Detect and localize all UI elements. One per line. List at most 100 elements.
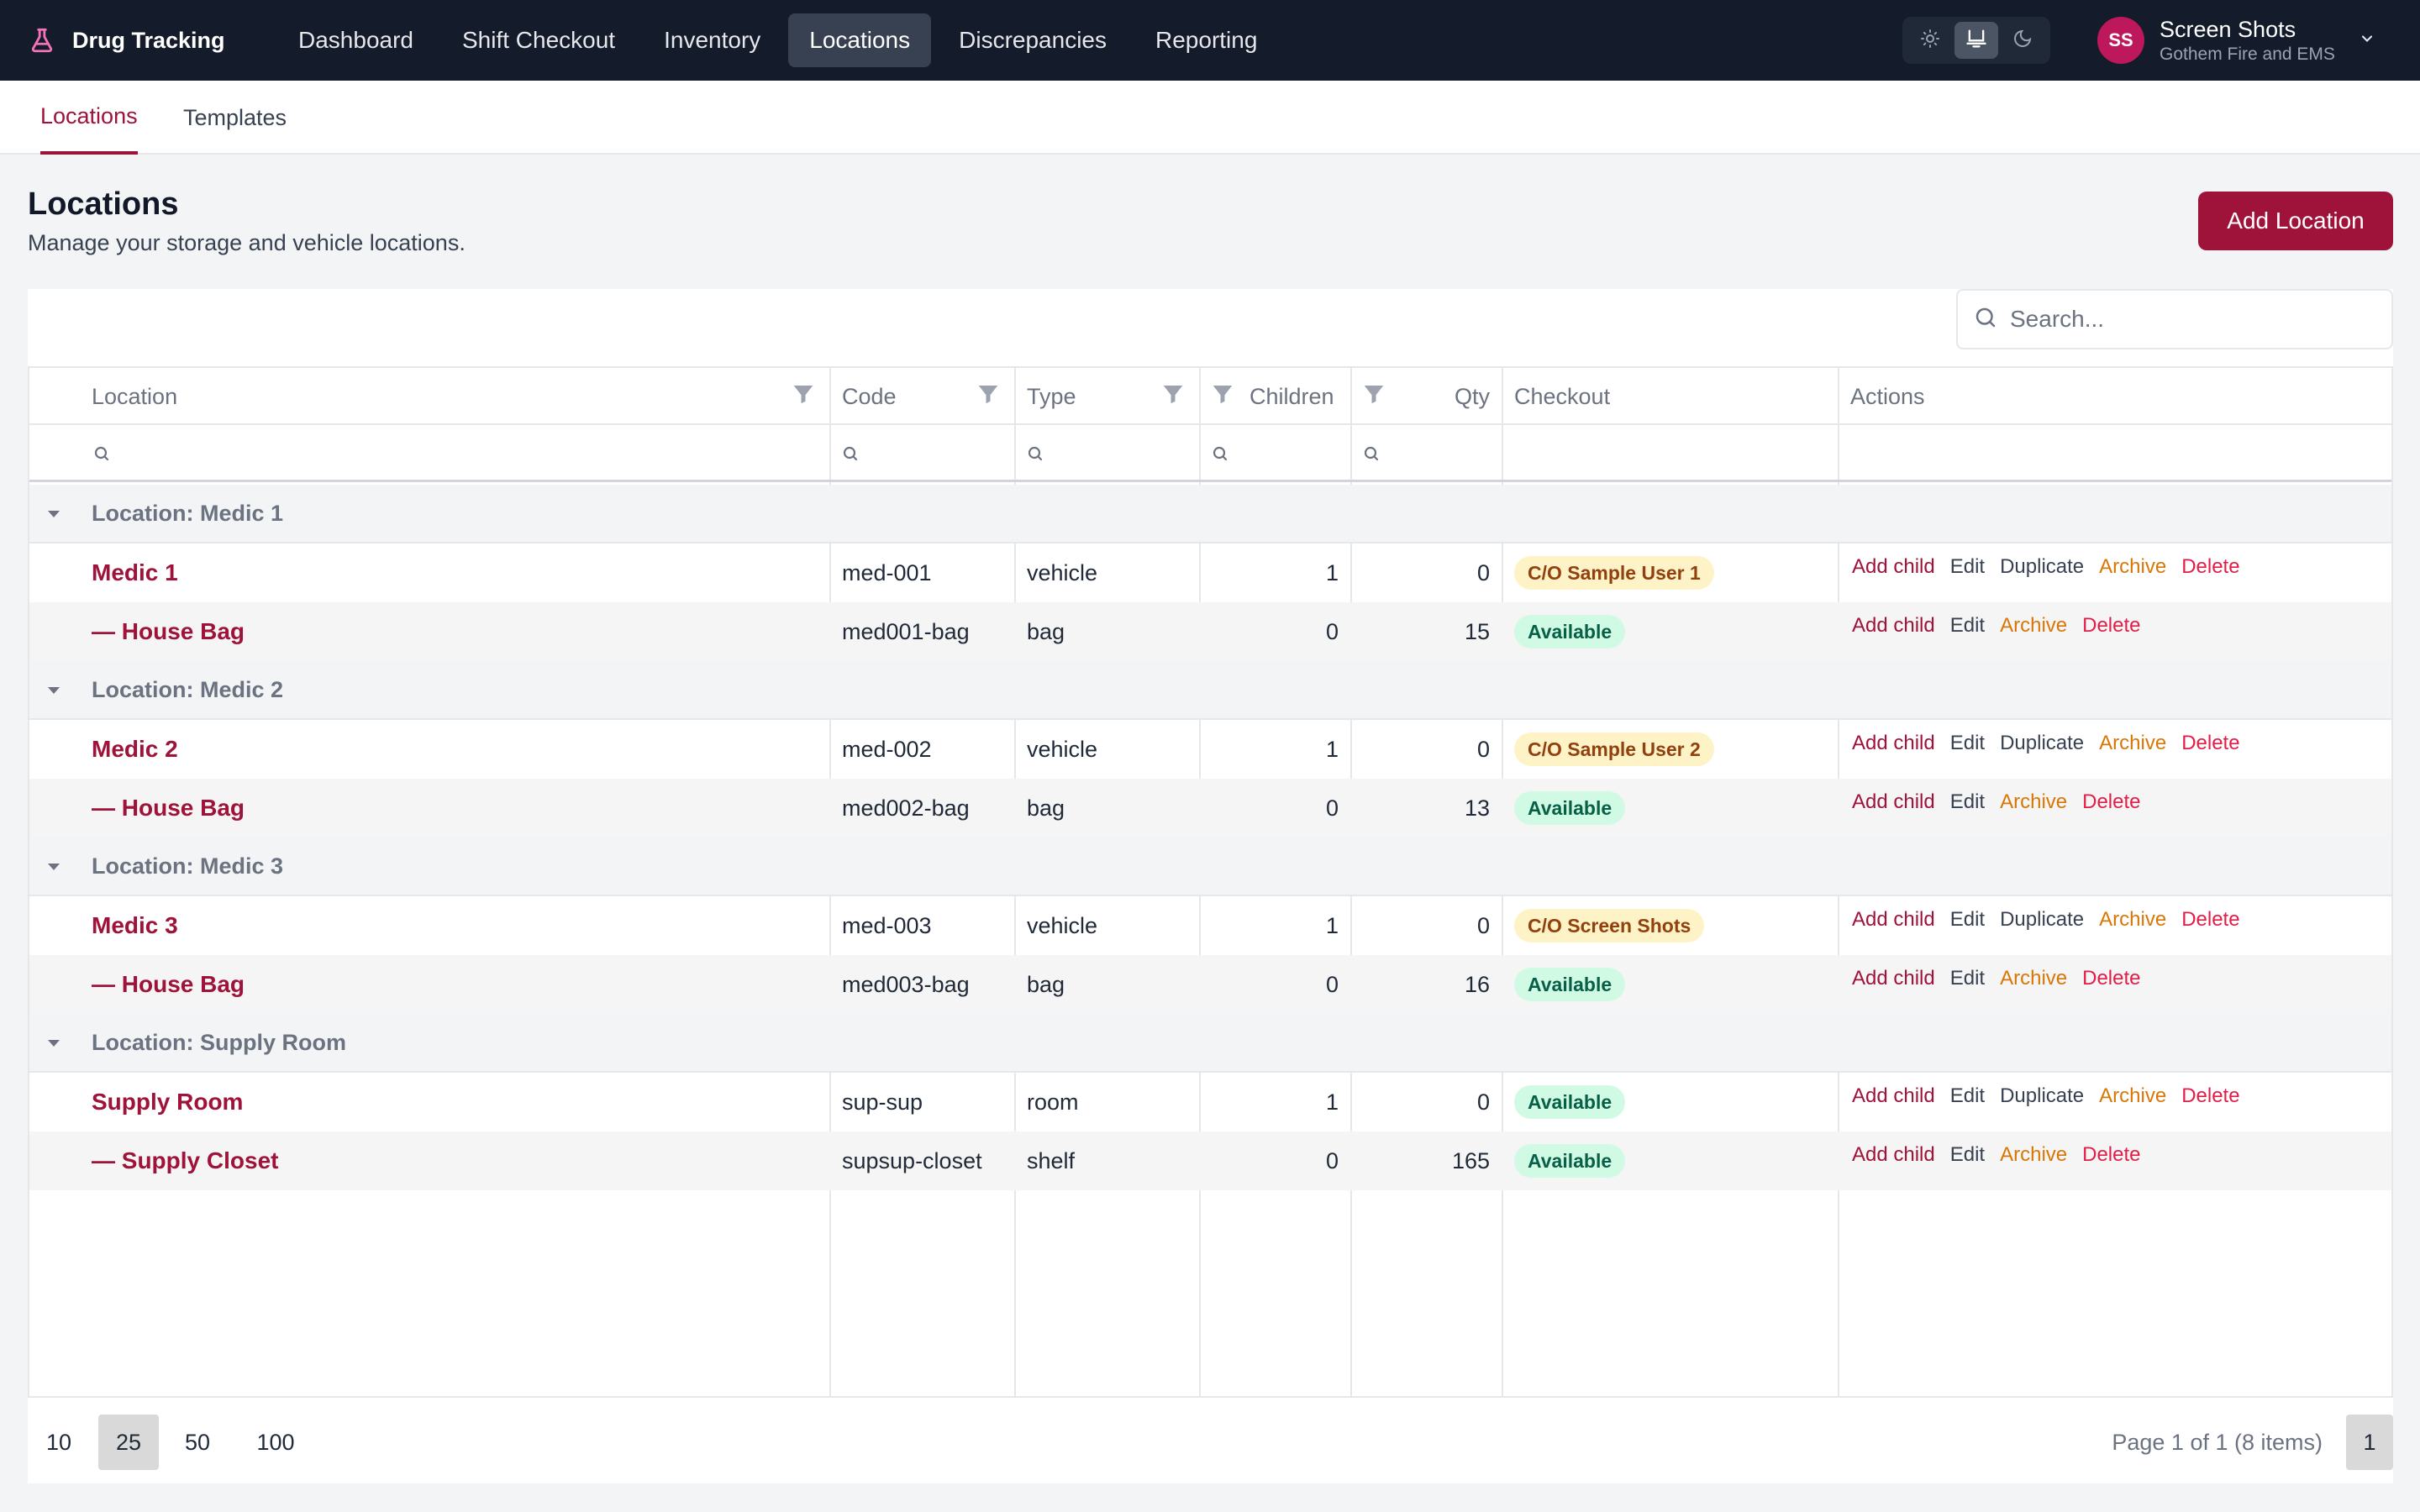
search-input[interactable]: [2010, 306, 2363, 333]
nav-discrepancies[interactable]: Discrepancies: [938, 13, 1128, 67]
location-link[interactable]: — House Bag: [92, 971, 245, 998]
filter-icon[interactable]: [1160, 381, 1186, 411]
edit-action[interactable]: Edit: [1950, 908, 1985, 932]
archive-action[interactable]: Archive: [2099, 908, 2166, 932]
archive-action[interactable]: Archive: [2099, 555, 2166, 579]
delete-action[interactable]: Delete: [2082, 967, 2140, 990]
archive-action[interactable]: Archive: [2099, 1084, 2166, 1108]
qty-cell: 16: [1464, 971, 1490, 997]
archive-action[interactable]: Archive: [2000, 967, 2067, 990]
location-link[interactable]: Medic 2: [92, 736, 178, 763]
delete-action[interactable]: Delete: [2181, 732, 2239, 755]
nav-reporting[interactable]: Reporting: [1134, 13, 1278, 67]
page-size-10[interactable]: 10: [28, 1415, 90, 1470]
archive-action[interactable]: Archive: [2000, 614, 2067, 638]
user-menu[interactable]: SS Screen Shots Gothem Fire and EMS: [2097, 13, 2375, 67]
type-cell: bag: [1027, 618, 1065, 644]
add-child-action[interactable]: Add child: [1852, 555, 1935, 579]
filter-icon[interactable]: [976, 381, 1001, 411]
group-header-medic-2[interactable]: Location: Medic 2: [29, 661, 2391, 720]
delete-action[interactable]: Delete: [2181, 1084, 2239, 1108]
page-size-100[interactable]: 100: [238, 1415, 313, 1470]
user-name: Screen Shots: [2160, 16, 2296, 42]
edit-action[interactable]: Edit: [1950, 614, 1985, 638]
search-icon[interactable]: [1210, 444, 1230, 468]
delete-action[interactable]: Delete: [2082, 790, 2140, 814]
filter-icon[interactable]: [791, 381, 816, 411]
group-header-medic-1[interactable]: Location: Medic 1: [29, 485, 2391, 543]
page-size-50[interactable]: 50: [167, 1415, 228, 1470]
children-cell: 0: [1325, 618, 1339, 644]
location-link[interactable]: Medic 1: [92, 559, 178, 586]
column-header-code[interactable]: Code: [842, 368, 897, 425]
archive-action[interactable]: Archive: [2099, 732, 2166, 755]
children-cell: 1: [1325, 559, 1339, 585]
delete-action[interactable]: Delete: [2181, 555, 2239, 579]
caret-down-icon[interactable]: [48, 508, 60, 523]
group-header-medic-3[interactable]: Location: Medic 3: [29, 837, 2391, 896]
column-header-children[interactable]: Children: [1249, 368, 1334, 425]
edit-action[interactable]: Edit: [1950, 1143, 1985, 1167]
column-header-type[interactable]: Type: [1027, 368, 1076, 425]
duplicate-action[interactable]: Duplicate: [2000, 1084, 2084, 1108]
location-link[interactable]: — House Bag: [92, 618, 245, 645]
light-theme-button[interactable]: [1908, 22, 1952, 59]
filter-icon[interactable]: [1210, 381, 1235, 411]
archive-action[interactable]: Archive: [2000, 1143, 2067, 1167]
column-header-checkout[interactable]: Checkout: [1514, 368, 1610, 425]
dark-theme-button[interactable]: [2001, 22, 2044, 59]
add-child-action[interactable]: Add child: [1852, 967, 1935, 990]
add-child-action[interactable]: Add child: [1852, 1084, 1935, 1108]
search-icon[interactable]: [840, 444, 860, 468]
search-icon[interactable]: [1025, 444, 1045, 468]
add-child-action[interactable]: Add child: [1852, 908, 1935, 932]
table-row: — Supply Closet supsup-closet shelf 0 16…: [29, 1131, 2391, 1190]
add-child-action[interactable]: Add child: [1852, 1143, 1935, 1167]
system-theme-button[interactable]: [1954, 22, 1998, 59]
nav-inventory[interactable]: Inventory: [643, 13, 781, 67]
delete-action[interactable]: Delete: [2082, 1143, 2140, 1167]
location-link[interactable]: Supply Room: [92, 1089, 243, 1116]
edit-action[interactable]: Edit: [1950, 555, 1985, 579]
type-cell: room: [1027, 1089, 1079, 1115]
add-child-action[interactable]: Add child: [1852, 614, 1935, 638]
delete-action[interactable]: Delete: [2181, 908, 2239, 932]
group-header-supply-room[interactable]: Location: Supply Room: [29, 1014, 2391, 1073]
edit-action[interactable]: Edit: [1950, 732, 1985, 755]
tab-templates[interactable]: Templates: [183, 81, 287, 155]
code-cell: med001-bag: [842, 618, 970, 644]
brand[interactable]: Drug Tracking: [27, 0, 225, 81]
location-link[interactable]: Medic 3: [92, 912, 178, 939]
type-cell: bag: [1027, 971, 1065, 997]
caret-down-icon[interactable]: [48, 685, 60, 700]
page-size-25[interactable]: 25: [98, 1415, 159, 1470]
add-child-action[interactable]: Add child: [1852, 790, 1935, 814]
chevron-down-icon: [2359, 30, 2375, 51]
page-info: Page 1 of 1 (8 items): [2112, 1429, 2323, 1455]
filter-icon[interactable]: [1361, 381, 1386, 411]
column-header-location[interactable]: Location: [92, 368, 177, 425]
archive-action[interactable]: Archive: [2000, 790, 2067, 814]
column-header-qty[interactable]: Qty: [1418, 368, 1490, 425]
delete-action[interactable]: Delete: [2082, 614, 2140, 638]
sub-tabs: Locations Templates: [0, 81, 2420, 155]
duplicate-action[interactable]: Duplicate: [2000, 908, 2084, 932]
tab-locations[interactable]: Locations: [40, 81, 138, 155]
nav-locations[interactable]: Locations: [788, 13, 932, 67]
nav-shift-checkout[interactable]: Shift Checkout: [441, 13, 636, 67]
add-child-action[interactable]: Add child: [1852, 732, 1935, 755]
page-number-button[interactable]: 1: [2346, 1415, 2393, 1470]
search-icon[interactable]: [92, 444, 112, 468]
location-link[interactable]: — Supply Closet: [92, 1147, 278, 1174]
edit-action[interactable]: Edit: [1950, 1084, 1985, 1108]
caret-down-icon[interactable]: [48, 1037, 60, 1053]
nav-dashboard[interactable]: Dashboard: [277, 13, 434, 67]
location-link[interactable]: — House Bag: [92, 795, 245, 822]
edit-action[interactable]: Edit: [1950, 967, 1985, 990]
add-location-button[interactable]: Add Location: [2198, 192, 2393, 250]
duplicate-action[interactable]: Duplicate: [2000, 555, 2084, 579]
duplicate-action[interactable]: Duplicate: [2000, 732, 2084, 755]
search-icon[interactable]: [1361, 444, 1381, 468]
edit-action[interactable]: Edit: [1950, 790, 1985, 814]
caret-down-icon[interactable]: [48, 861, 60, 876]
